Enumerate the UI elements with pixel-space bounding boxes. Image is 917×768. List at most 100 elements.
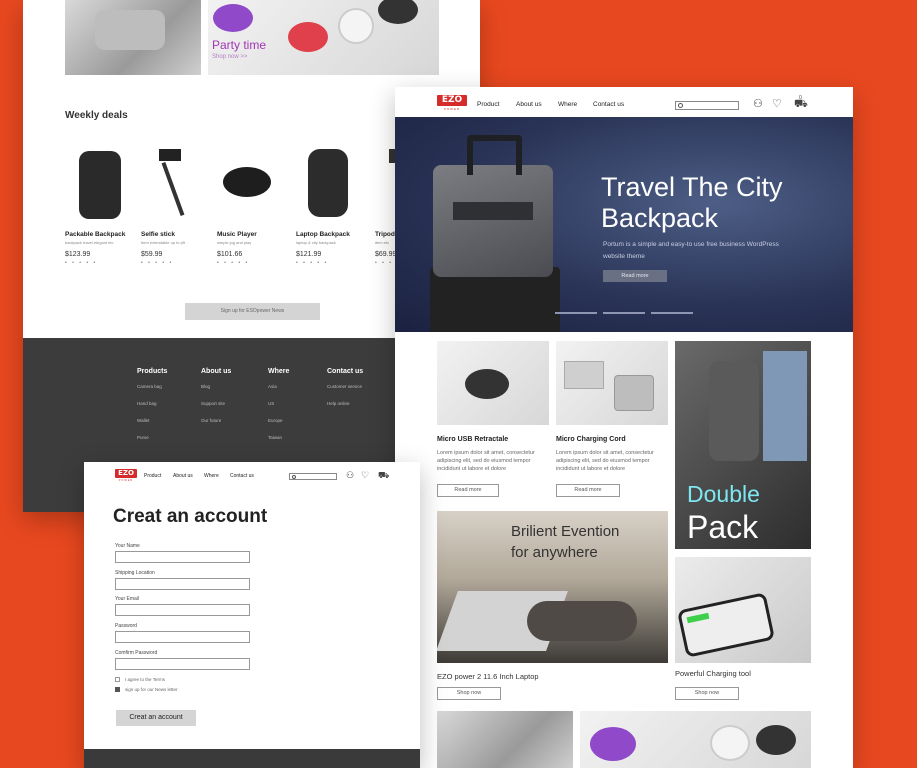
deal-desc: Item extendable up to pft — [141, 240, 186, 245]
field-label: Comfirm Password — [115, 650, 158, 656]
footer-link[interactable]: Taiwan — [268, 435, 289, 440]
user-icon[interactable]: ⚇ — [753, 99, 763, 110]
double-pack-banner[interactable]: Double Pack — [675, 341, 811, 549]
footer-link[interactable]: Wallet — [137, 418, 167, 423]
newsletter-signup-button[interactable]: Sign up for ESOpower News — [185, 303, 320, 320]
tile-read-more-button[interactable]: Read more — [556, 484, 620, 497]
party-link[interactable]: Shop now >> — [212, 54, 247, 60]
brilient-title: Brilient Evention for anywhere — [511, 521, 619, 563]
brilient-line1: Brilient Evention — [511, 523, 620, 540]
search-input[interactable] — [289, 473, 337, 480]
footer-heading: Where — [268, 368, 290, 375]
deal-card[interactable]: Selfie stick Item extendable up to pft $… — [141, 143, 213, 266]
deal-card[interactable]: Packable Backpack backpack travel elegan… — [65, 143, 137, 266]
deal-price: $121.99 — [296, 251, 322, 258]
confirm-password-field[interactable] — [115, 658, 250, 670]
user-icon[interactable]: ⚇ — [346, 471, 354, 480]
name-field[interactable] — [115, 551, 250, 563]
footer-col-where: Where Asia US Europe Taiwan — [268, 368, 289, 452]
hero-banner: Travel The City Backpack Portum is a sim… — [395, 117, 853, 332]
charging-tool-image[interactable] — [675, 557, 811, 663]
deal-name[interactable]: Selfie stick — [141, 231, 213, 238]
shipping-location-field[interactable] — [115, 578, 250, 590]
search-input[interactable] — [675, 101, 739, 110]
brilient-line2: for anywhere — [511, 544, 598, 561]
cables-photo[interactable] — [580, 711, 811, 768]
brand-logo[interactable]: EZO — [115, 469, 137, 478]
brand-logo-sub: POWER — [118, 479, 134, 482]
field-label: Password — [115, 623, 137, 629]
music-player-image — [217, 143, 289, 223]
terms-checkbox-row[interactable]: I agree to the Terms — [115, 677, 165, 683]
footer-link[interactable]: Hand bag — [137, 401, 167, 406]
charging-cord-image[interactable] — [556, 341, 668, 425]
footer-col-about: About us Blog Support site Our future — [201, 368, 231, 435]
nav-product[interactable]: Product — [144, 473, 161, 479]
tile-title[interactable]: Micro USB Retractale — [437, 436, 508, 443]
nav-contact-us[interactable]: Contact us — [230, 473, 254, 479]
charging-caption[interactable]: Powerful Charging tool — [675, 669, 751, 678]
lifestyle-photo — [65, 0, 201, 75]
charging-shop-now-button[interactable]: Shop now — [675, 687, 739, 700]
nav-contact-us[interactable]: Contact us — [593, 101, 624, 108]
footer-col-products: Products Camera bag Hand bag Wallet Purs… — [137, 368, 167, 452]
hero-subtitle: Portum is a simple and easy-to use free … — [603, 241, 779, 260]
tile-read-more-button[interactable]: Read more — [437, 484, 499, 497]
party-time-banner[interactable]: Party time Shop now >> — [208, 0, 439, 75]
tile-desc: Lorem ipsum dolor sit amet, consectetur … — [437, 450, 535, 472]
footer-heading: About us — [201, 368, 232, 375]
nav-where[interactable]: Where — [558, 101, 577, 108]
brand-logo-sub: POWER — [443, 107, 461, 111]
deal-price: $101.66 — [217, 251, 243, 258]
footer-link[interactable]: Support site — [201, 401, 231, 406]
footer-link[interactable]: Purse — [137, 435, 167, 440]
laptop-caption[interactable]: EZO power 2 11.6 Inch Laptop — [437, 672, 539, 681]
deal-card[interactable]: Laptop Backpack laptop & city backpack $… — [296, 143, 368, 266]
password-field[interactable] — [115, 631, 250, 643]
nav-about-us[interactable]: About us — [173, 473, 193, 479]
deal-rating: • • • • • — [217, 260, 250, 266]
laptop-backpack-image — [296, 143, 368, 223]
slider-indicator[interactable] — [651, 312, 693, 314]
nav-about-us[interactable]: About us — [516, 101, 542, 108]
footer-link[interactable]: Help online — [327, 401, 363, 406]
deal-rating: • • • • • — [141, 260, 174, 266]
terms-checkbox[interactable] — [115, 677, 120, 683]
slider-indicator[interactable] — [603, 312, 645, 314]
footer-link[interactable]: Blog — [201, 384, 231, 389]
footer-link[interactable]: Asia — [268, 384, 289, 389]
heart-icon[interactable]: ♡ — [361, 471, 369, 480]
party-title: Party time — [212, 38, 267, 52]
brand-logo[interactable]: EZO — [437, 95, 467, 106]
heart-icon[interactable]: ♡ — [772, 99, 782, 110]
deal-card[interactable]: Music Player simple jog and play $101.66… — [217, 143, 289, 266]
usb-retractable-image[interactable] — [437, 341, 549, 425]
newsletter-checkbox[interactable] — [115, 687, 120, 693]
newsletter-checkbox-row[interactable]: sign up for our News letter — [115, 687, 178, 693]
deal-name[interactable]: Packable Backpack — [65, 231, 137, 238]
slider-indicator[interactable] — [555, 312, 597, 314]
create-account-button[interactable]: Creat an account — [116, 710, 196, 726]
hero-read-more-button[interactable]: Read more — [603, 270, 667, 282]
weekly-deals-heading: Weekly deals — [65, 110, 128, 121]
footer-link[interactable]: US — [268, 401, 289, 406]
nav-where[interactable]: Where — [204, 473, 219, 479]
top-nav: EZO POWER Product About us Where Contact… — [395, 87, 853, 117]
lifestyle-photo[interactable] — [437, 711, 573, 768]
email-field[interactable] — [115, 604, 250, 616]
footer-link[interactable]: Europe — [268, 418, 289, 423]
laptop-shop-now-button[interactable]: Shop now — [437, 687, 501, 700]
search-icon — [678, 103, 683, 108]
footer-link[interactable]: Our future — [201, 418, 231, 423]
footer-link[interactable]: Camera bag — [137, 384, 167, 389]
footer-link[interactable]: Customer service — [327, 384, 363, 389]
brilient-banner[interactable]: Brilient Evention for anywhere — [437, 511, 668, 663]
search-icon — [292, 475, 296, 479]
deal-name[interactable]: Music Player — [217, 231, 289, 238]
site-footer — [84, 749, 420, 768]
tile-title[interactable]: Micro Charging Cord — [556, 436, 626, 443]
cart-icon[interactable]: ⛟ — [378, 471, 389, 480]
deal-name[interactable]: Laptop Backpack — [296, 231, 368, 238]
nav-product[interactable]: Product — [477, 101, 499, 108]
field-label: Shipping Location — [115, 570, 155, 576]
